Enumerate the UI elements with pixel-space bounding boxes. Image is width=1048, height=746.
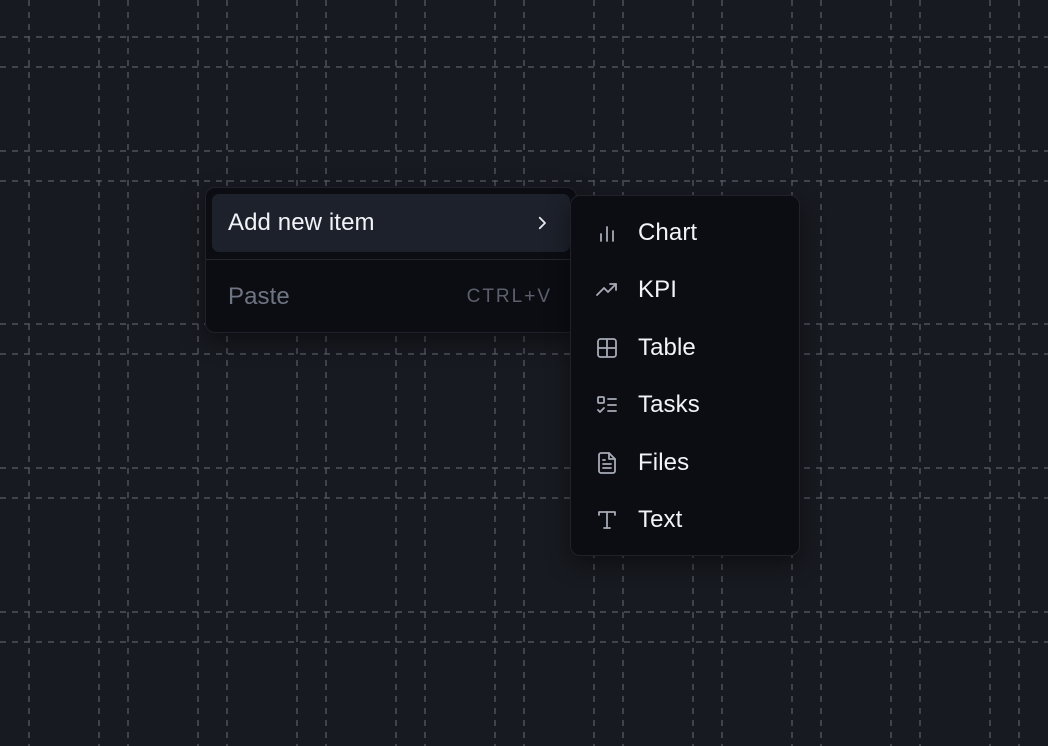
paste-label: Paste bbox=[228, 283, 290, 310]
context-menu: Add new item Paste CTRL+V bbox=[205, 187, 577, 333]
submenu-item-label: KPI bbox=[638, 276, 677, 304]
submenu-item-tasks[interactable]: Tasks bbox=[577, 377, 793, 435]
submenu-item-label: Text bbox=[638, 506, 683, 534]
add-item-submenu: Chart KPI Table Tasks Files Text bbox=[570, 195, 800, 556]
submenu-item-table[interactable]: Table bbox=[577, 319, 793, 377]
menu-separator bbox=[206, 259, 576, 260]
file-icon bbox=[594, 450, 620, 476]
submenu-item-label: Chart bbox=[638, 218, 698, 246]
paste-menu-item[interactable]: Paste CTRL+V bbox=[212, 268, 570, 326]
submenu-item-text[interactable]: Text bbox=[577, 492, 793, 550]
submenu-item-kpi[interactable]: KPI bbox=[577, 262, 793, 320]
chevron-right-icon bbox=[532, 213, 552, 233]
submenu-item-label: Tasks bbox=[638, 391, 700, 419]
table-grid-icon bbox=[594, 335, 620, 361]
paste-shortcut: CTRL+V bbox=[466, 286, 552, 307]
canvas-dashed-grid bbox=[0, 0, 1048, 746]
text-type-icon bbox=[594, 507, 620, 533]
bar-chart-icon bbox=[594, 220, 620, 246]
submenu-item-label: Table bbox=[638, 333, 696, 361]
add-new-item-menu-item[interactable]: Add new item bbox=[212, 194, 570, 252]
submenu-item-chart[interactable]: Chart bbox=[577, 204, 793, 262]
submenu-item-label: Files bbox=[638, 448, 690, 476]
submenu-item-files[interactable]: Files bbox=[577, 434, 793, 492]
trending-up-icon bbox=[594, 277, 620, 303]
add-new-item-label: Add new item bbox=[228, 209, 375, 236]
task-list-icon bbox=[594, 392, 620, 418]
